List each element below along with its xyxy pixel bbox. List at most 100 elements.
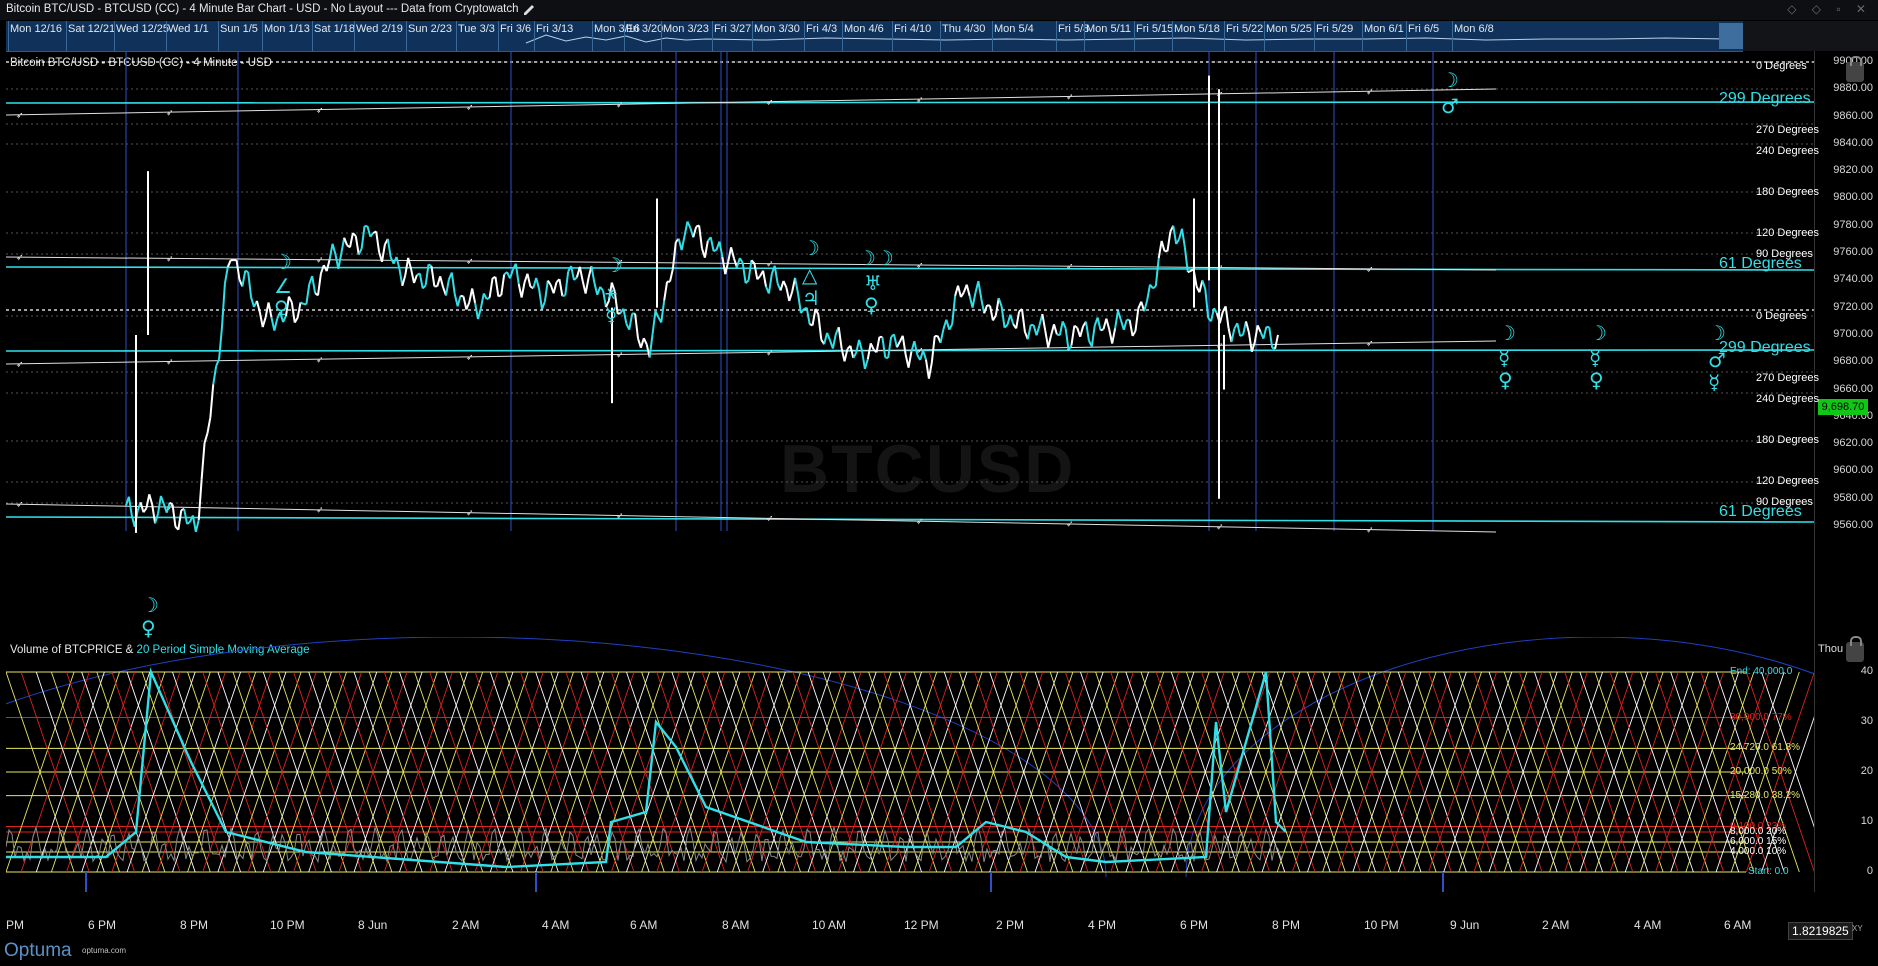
time-label[interactable]: 10 PM (1364, 918, 1399, 932)
price-bar (488, 278, 494, 298)
line-marker: ➶ (16, 499, 24, 509)
overview-date[interactable]: Mon 1/13 (264, 23, 310, 35)
time-label[interactable]: 12 PM (904, 918, 939, 932)
overview-date[interactable]: Fri 3/13 (536, 23, 573, 35)
window-controls-icon[interactable]: ◇ ◇ ▫ ✕ (1787, 2, 1872, 16)
overview-date[interactable]: Mon 5/25 (1266, 23, 1312, 35)
overview-date[interactable]: Tue 3/3 (458, 23, 495, 35)
price-bar (223, 266, 229, 284)
overview-date[interactable]: Fri 4/3 (806, 23, 837, 35)
time-axis[interactable]: PM 6 PM 8 PM 10 PM 8 Jun 2 AM 4 AM 6 AM 8 AM 10 A… (6, 918, 1814, 936)
overview-date[interactable]: Wed 1/1 (168, 23, 209, 35)
volume-chart[interactable] (6, 637, 1814, 892)
price-bar (948, 323, 954, 331)
overview-date[interactable]: Sun 1/5 (220, 23, 258, 35)
price-bar (698, 225, 703, 249)
overview-handle[interactable] (1719, 23, 1743, 49)
time-label[interactable]: 8 PM (180, 918, 208, 932)
overview-date[interactable]: Mon 12/16 (10, 23, 62, 35)
overview-date[interactable]: Fri 3/6 (500, 23, 531, 35)
price-bar (541, 301, 546, 310)
overview-date[interactable]: Mon 6/8 (1454, 23, 1494, 35)
overview-date[interactable]: Fri 3/20 (626, 23, 663, 35)
lock-icon[interactable] (1846, 56, 1864, 82)
edit-icon[interactable] (523, 4, 535, 16)
time-label[interactable]: 2 AM (452, 918, 479, 932)
price-bar (474, 302, 479, 320)
overview-date[interactable]: Fri 4/10 (894, 23, 931, 35)
overview-date[interactable]: Mon 6/1 (1364, 23, 1404, 35)
time-label[interactable]: 10 PM (270, 918, 305, 932)
price-bar (654, 310, 660, 318)
lock-icon[interactable] (1846, 636, 1864, 662)
price-bar (957, 285, 962, 298)
time-label[interactable]: 8 Jun (358, 918, 387, 932)
time-label[interactable]: 8 PM (1272, 918, 1300, 932)
overview-navigator[interactable]: Mon 12/16 Sat 12/21 Wed 12/25 Wed 1/1 Sun 1/… (6, 21, 1743, 52)
price-bar (1041, 313, 1047, 332)
overview-date[interactable]: Wed 12/25 (116, 23, 169, 35)
price-tick: 9800.00 (1833, 191, 1873, 204)
time-label[interactable]: 2 PM (996, 918, 1024, 932)
overview-date[interactable]: Thu 4/30 (942, 23, 985, 35)
optuma-url[interactable]: optuma.com (82, 946, 126, 955)
price-bar (1058, 321, 1064, 336)
degree-label-cyan: 299 Degrees (1719, 339, 1811, 356)
overview-date[interactable]: Sat 12/21 (68, 23, 115, 35)
time-label[interactable]: 4 PM (1088, 918, 1116, 932)
overview-date[interactable]: Mon 5/18 (1174, 23, 1220, 35)
price-bar (212, 365, 218, 385)
price-bar (669, 268, 674, 282)
title-bar: Bitcoin BTC/USD - BTCUSD (CC) - 4 Minute… (0, 0, 1878, 20)
price-bar (584, 277, 590, 294)
xy-label[interactable]: XY (1852, 924, 1863, 933)
price-tick: 9620.00 (1833, 437, 1873, 450)
degree-label: 0 Degrees (1756, 60, 1807, 72)
overview-date[interactable]: Wed 2/19 (356, 23, 403, 35)
time-label[interactable]: 9 Jun (1450, 918, 1479, 932)
price-bar (651, 310, 657, 335)
price-chart[interactable]: ➶➶➶➶➶➶➶➶➶➶➶➶➶➶➶➶➶➶➶➶➶➶➶➶➶➶➶➶➶➶➶➶➶➶➶➶➶➶➶➶ (6, 51, 1814, 637)
overview-date[interactable]: Fri 5/15 (1136, 23, 1173, 35)
price-bar (1117, 310, 1122, 321)
price-bar (520, 282, 526, 298)
price-bar (721, 256, 727, 275)
price-bar (887, 336, 893, 358)
overview-date[interactable]: Fri 3/27 (714, 23, 751, 35)
overview-date[interactable]: Mon 5/11 (1086, 23, 1131, 35)
overview-date[interactable]: Mon 4/6 (844, 23, 884, 35)
overview-date[interactable]: Mon 3/23 (663, 23, 709, 35)
time-label[interactable]: 2 AM (1542, 918, 1569, 932)
price-bar (1187, 270, 1192, 274)
price-bar (1090, 325, 1096, 347)
volume-scale[interactable]: 40 30 20 10 0 (1814, 637, 1878, 892)
overview-date[interactable]: Mon 3/30 (754, 23, 800, 35)
time-label[interactable]: PM (6, 918, 24, 932)
overview-date[interactable]: Mon 5/4 (994, 23, 1034, 35)
price-bar (398, 268, 404, 287)
last-price-badge: 9,698.70 (1818, 399, 1868, 415)
overview-date[interactable]: Fri 5/22 (1226, 23, 1263, 35)
time-label[interactable]: 4 AM (1634, 918, 1661, 932)
time-label[interactable]: 4 AM (542, 918, 569, 932)
price-bar (622, 308, 628, 324)
time-label[interactable]: 6 AM (630, 918, 657, 932)
overview-date[interactable]: Sat 1/18 (314, 23, 355, 35)
price-bar (896, 341, 901, 348)
overview-date[interactable]: Sun 2/23 (408, 23, 452, 35)
price-scale[interactable]: 9900.009880.009860.009840.009820.009800.… (1814, 51, 1878, 637)
price-bar (965, 284, 971, 297)
time-label[interactable]: 6 AM (1724, 918, 1751, 932)
overview-date[interactable]: Fri 5/29 (1316, 23, 1353, 35)
price-bar (663, 281, 669, 301)
overview-date[interactable]: Fri 6/5 (1408, 23, 1439, 35)
time-label[interactable]: 6 PM (88, 918, 116, 932)
price-bar (218, 326, 223, 360)
time-label[interactable]: 8 AM (722, 918, 749, 932)
time-label[interactable]: 10 AM (812, 918, 846, 932)
overview-tick (262, 21, 263, 51)
time-label[interactable]: 6 PM (1180, 918, 1208, 932)
line-marker: ➶ (466, 507, 474, 517)
price-tick: 9840.00 (1833, 136, 1873, 149)
price-bar (686, 221, 692, 229)
